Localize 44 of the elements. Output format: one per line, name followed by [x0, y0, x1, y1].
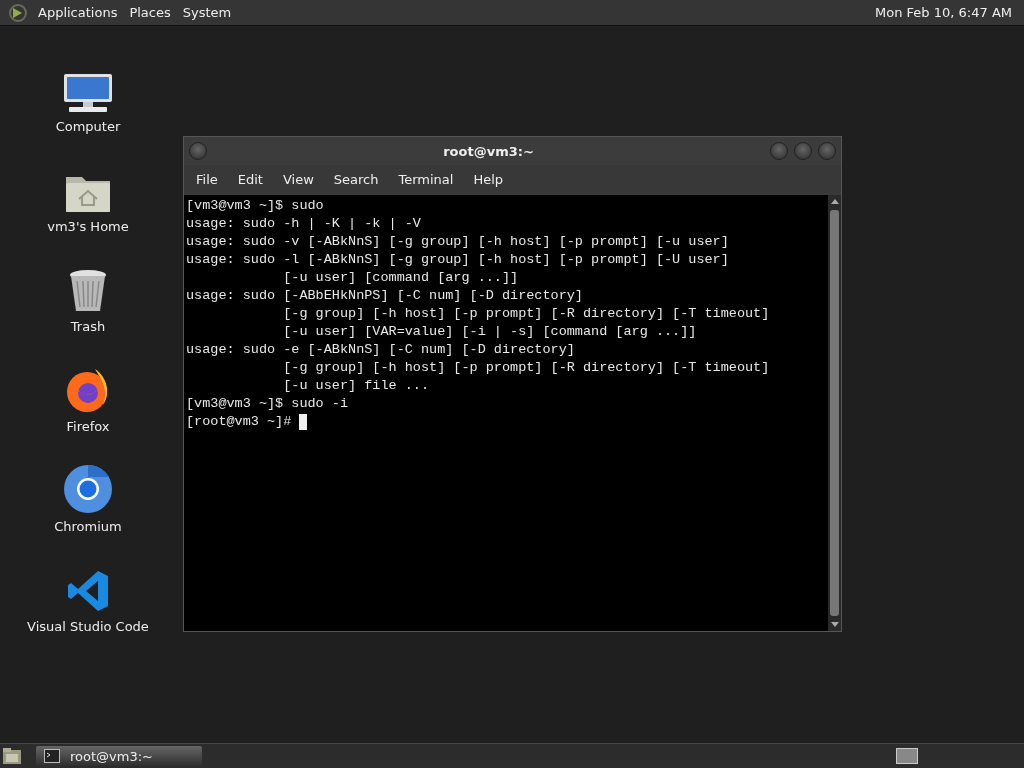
panel-menu[interactable]: System: [176, 5, 238, 20]
minimize-button[interactable]: [770, 142, 788, 160]
panel-menu[interactable]: Applications: [32, 5, 124, 20]
menu-item[interactable]: File: [186, 169, 228, 189]
chromium-icon[interactable]: [64, 465, 112, 513]
terminal-line: [-u user] file ...: [282, 377, 430, 395]
terminal-icon: [44, 749, 60, 763]
desktop-icon-label[interactable]: Visual Studio Code: [25, 619, 151, 634]
scrollbar[interactable]: [828, 195, 841, 631]
desktop-icon-label[interactable]: Chromium: [52, 519, 124, 534]
menu-item[interactable]: View: [272, 169, 324, 189]
panel-menu[interactable]: Places: [123, 5, 177, 20]
desktop-icon-label[interactable]: vm3's Home: [45, 219, 131, 234]
terminal-line: usage: sudo -v [-ABkNnS] [-g group] [-h host] [-p prompt] [-u user]: [186, 233, 729, 251]
terminal-line: usage: sudo [-ABbEHkNnPS] [-C num] [-D directory]: [186, 287, 583, 305]
desktop-icon-label[interactable]: Firefox: [64, 419, 112, 434]
window-menu-button[interactable]: [189, 142, 207, 160]
menu-item[interactable]: Search: [323, 169, 389, 189]
show-desktop-icon[interactable]: [2, 747, 22, 765]
terminal-line: [vm3@vm3 ~]$ sudo: [186, 197, 324, 215]
terminal-line: usage: sudo -h | -K | -k | -V: [186, 215, 421, 233]
desktop-icon-label[interactable]: Trash: [68, 319, 108, 334]
vscode-icon[interactable]: [66, 569, 110, 613]
terminal-line: [root@vm3 ~]#: [186, 413, 293, 431]
desktop-icon-label[interactable]: Computer: [53, 119, 123, 134]
terminal-line: [-g group] [-h host] [-p prompt] [-R directory] [-T timeout]: [282, 359, 770, 377]
workspace-switcher[interactable]: [896, 748, 918, 764]
terminal-line: [-g group] [-h host] [-p prompt] [-R directory] [-T timeout]: [282, 305, 770, 323]
close-button[interactable]: [818, 142, 836, 160]
maximize-button[interactable]: [794, 142, 812, 160]
terminal-line: [vm3@vm3 ~]$ sudo -i: [186, 395, 349, 413]
taskbar-button[interactable]: root@vm3:~: [36, 746, 202, 766]
terminal-line: usage: sudo -l [-ABkNnS] [-g group] [-h host] [-p prompt] [-U user]: [186, 251, 729, 269]
logo-icon[interactable]: [8, 2, 28, 23]
computer-icon[interactable]: [63, 73, 113, 113]
menu-item[interactable]: Help: [463, 169, 514, 189]
window-title: root@vm3:~: [442, 143, 535, 159]
terminal-line: usage: sudo -e [-ABkNnS] [-C num] [-D directory]: [186, 341, 575, 359]
menu-item[interactable]: Edit: [227, 169, 273, 189]
clock[interactable]: Mon Feb 10, 6:47 AM: [875, 5, 1016, 20]
trash-icon[interactable]: [69, 269, 107, 313]
terminal-line: [-u user] [command [arg ...]]: [282, 269, 519, 287]
terminal-line: [-u user] [VAR=value] [-i | -s] [command [arg ...]]: [282, 323, 697, 341]
menu-item[interactable]: Terminal: [388, 169, 464, 189]
